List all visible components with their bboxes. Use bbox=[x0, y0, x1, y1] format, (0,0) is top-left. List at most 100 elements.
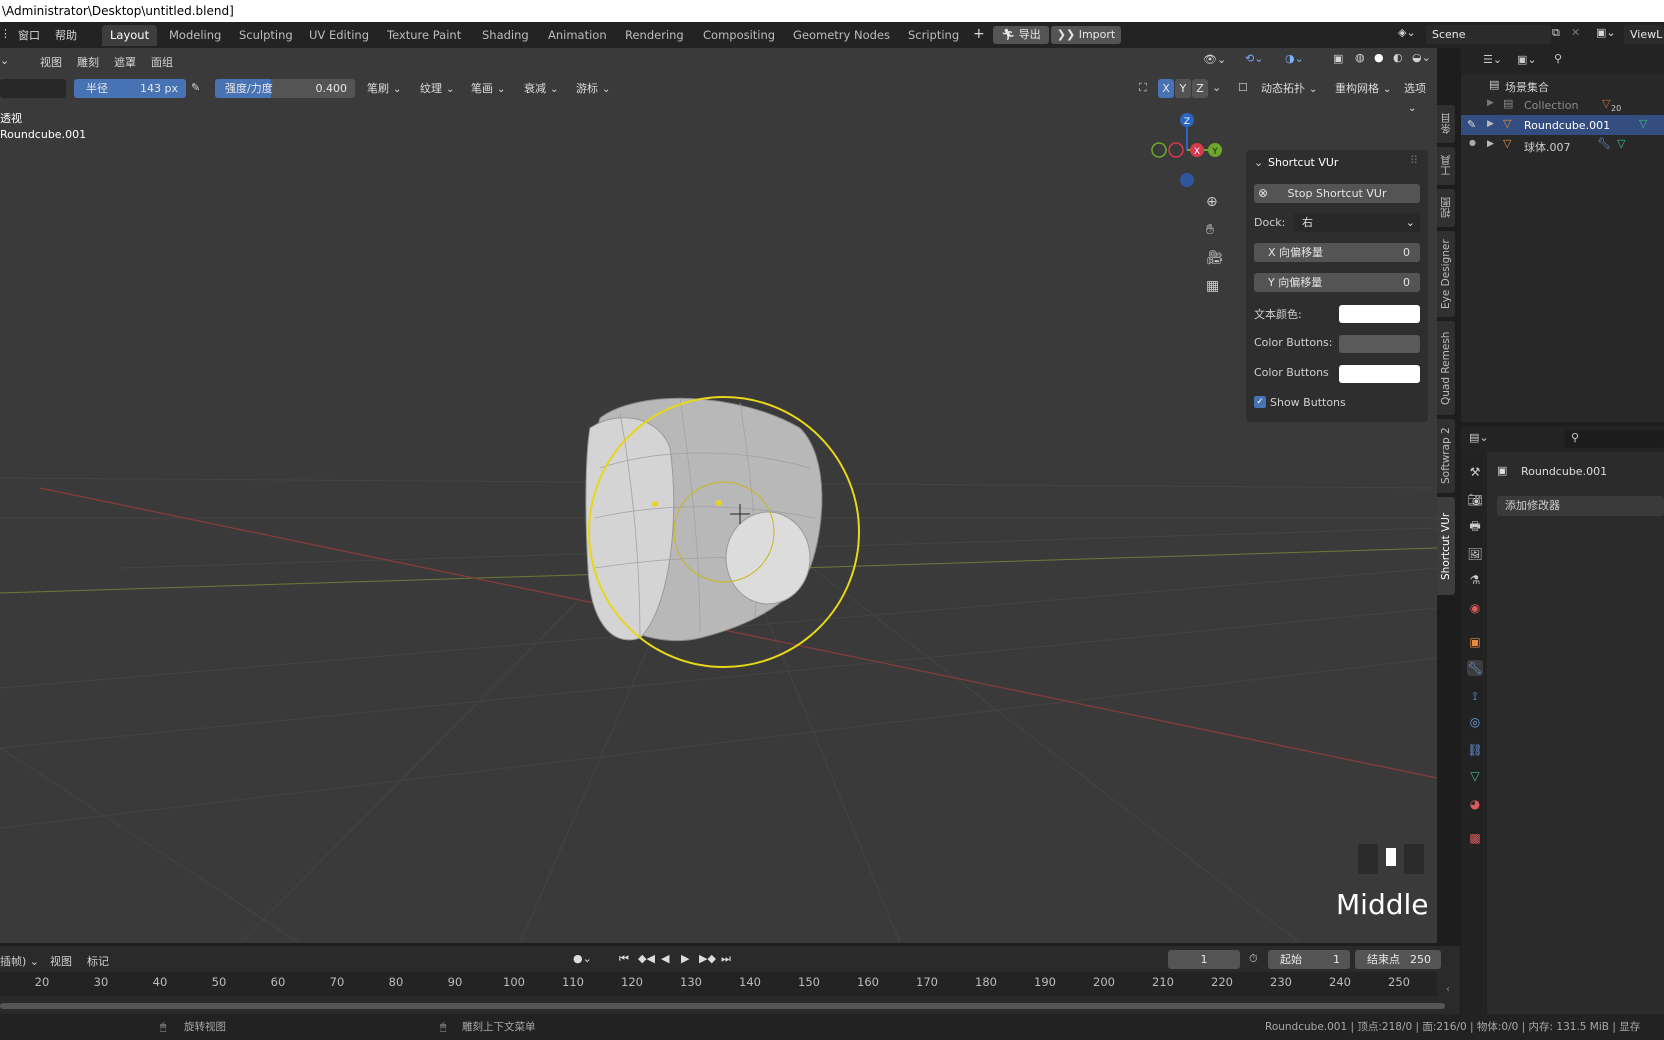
delete-scene-icon[interactable]: ✕ bbox=[1571, 26, 1580, 39]
camera-icon[interactable]: 🎥︎ bbox=[1206, 250, 1224, 266]
texture-icon[interactable]: ▩ bbox=[1467, 830, 1483, 846]
navigation-gizmo[interactable]: Z X Y bbox=[1145, 108, 1225, 188]
scene-browse-icon[interactable]: ◈⌄ bbox=[1398, 26, 1416, 39]
mirror-x-toggle[interactable]: X bbox=[1158, 79, 1174, 98]
viewlayer-browse-icon[interactable]: ▣⌄ bbox=[1596, 26, 1616, 39]
mirror-z-toggle[interactable]: Z bbox=[1192, 79, 1208, 98]
menu-sculpt[interactable]: 雕刻 bbox=[77, 54, 99, 70]
expand-arrow-icon[interactable]: ▶ bbox=[1487, 119, 1494, 129]
export-button[interactable]: 🏃︎ 导出 bbox=[993, 26, 1049, 44]
x-offset-field[interactable]: X 向偏移量 0 bbox=[1254, 243, 1420, 262]
dyntopo-checkbox[interactable]: ☐ bbox=[1238, 81, 1248, 94]
physics-icon[interactable]: ◎ bbox=[1467, 714, 1483, 730]
jump-start-icon[interactable]: ⏮ bbox=[619, 952, 629, 966]
scene-icon[interactable]: ⚗ bbox=[1467, 572, 1483, 588]
filter-icon[interactable]: ▣⌄ bbox=[1517, 53, 1537, 66]
3d-viewport[interactable]: ⌄ 视图 雕刻 遮罩 面组 👁︎⌄ ⟲⌄ ◑⌄ ▣ ◍ ● ◐ ◒⌄ 半径 14… bbox=[0, 48, 1437, 943]
dyntopo-dropdown[interactable]: 动态拓扑 bbox=[1256, 79, 1322, 98]
menu-window[interactable]: 窗口 bbox=[18, 27, 40, 43]
chevron-left-icon[interactable]: ‹ bbox=[1446, 984, 1450, 995]
modifier-wrench-icon[interactable]: 🔧︎ bbox=[1467, 660, 1483, 676]
tab-softwrap-2[interactable]: Softwrap 2 bbox=[1437, 419, 1455, 493]
solid-shading-icon[interactable]: ● bbox=[1374, 51, 1384, 64]
timeline-menu-marker[interactable]: 标记 bbox=[87, 953, 109, 969]
remesh-dropdown[interactable]: 重构网格 bbox=[1330, 79, 1396, 98]
timeline-menu-view[interactable]: 视图 bbox=[50, 953, 72, 969]
play-icon[interactable]: ▶ bbox=[681, 952, 689, 965]
show-buttons-checkbox[interactable]: ✓ bbox=[1254, 396, 1266, 408]
tab-modeling[interactable]: Modeling bbox=[161, 25, 229, 46]
constraints-icon[interactable]: ⛓ bbox=[1467, 742, 1483, 758]
play-reverse-icon[interactable]: ◀ bbox=[661, 952, 669, 965]
tool-mode-field[interactable] bbox=[0, 79, 66, 98]
hand-pan-icon[interactable]: ✋︎ bbox=[1206, 222, 1214, 238]
cursor-dropdown[interactable]: 游标 bbox=[571, 79, 615, 98]
symmetry-icon[interactable]: ⛶ bbox=[1139, 81, 1147, 95]
view-layer-icon[interactable]: 🖼︎ bbox=[1467, 546, 1483, 562]
properties-search-input[interactable]: ⚲ bbox=[1565, 430, 1664, 448]
prev-keyframe-icon[interactable]: ◆◀ bbox=[638, 952, 655, 965]
start-frame-field[interactable]: 起始 1 bbox=[1268, 950, 1350, 969]
menu-mask[interactable]: 遮罩 bbox=[114, 54, 136, 70]
options-dropdown[interactable]: 选项 bbox=[1399, 79, 1437, 98]
expand-arrow-icon[interactable]: ▶ bbox=[1487, 98, 1494, 108]
import-button[interactable]: ❯❯ Import bbox=[1051, 26, 1121, 44]
tab-shortcut-vur[interactable]: Shortcut VUr bbox=[1437, 497, 1455, 595]
color-buttons-swatch-1[interactable] bbox=[1339, 335, 1420, 353]
render-icon[interactable]: 📷︎ bbox=[1467, 492, 1483, 508]
particles-icon[interactable]: ⟟ bbox=[1467, 688, 1483, 704]
edit-pencil-icon[interactable]: ✎ bbox=[1467, 118, 1476, 131]
y-offset-field[interactable]: Y 向偏移量 0 bbox=[1254, 273, 1420, 292]
visibility-icon[interactable]: 👁︎⌄ bbox=[1203, 53, 1226, 66]
radius-field[interactable]: 半径 143 px bbox=[74, 79, 186, 98]
display-mode-icon[interactable]: ☰⌄ bbox=[1483, 53, 1502, 66]
symmetry-dropdown-icon[interactable]: ⌄ bbox=[1212, 81, 1221, 94]
outliner-row-roundcube[interactable]: ✎ ▶ ▽ Roundcube.001 ▽ bbox=[1461, 115, 1664, 135]
current-frame-field[interactable]: 1 bbox=[1168, 950, 1240, 969]
tab-sculpting[interactable]: Sculpting bbox=[231, 25, 301, 46]
world-icon[interactable]: ◉ bbox=[1467, 600, 1483, 616]
collection-label[interactable]: Collection bbox=[1524, 99, 1578, 112]
output-icon[interactable]: 🖶︎ bbox=[1467, 518, 1483, 534]
editor-type-dropdown[interactable]: ⌄ bbox=[0, 54, 9, 67]
menu-face-sets[interactable]: 面组 bbox=[151, 54, 173, 70]
data-icon[interactable]: ▽ bbox=[1467, 768, 1483, 784]
add-modifier-button[interactable]: 添加修改器 bbox=[1497, 496, 1664, 516]
tab-animation[interactable]: Animation bbox=[540, 25, 615, 46]
tool-icon[interactable]: ⚒ bbox=[1467, 464, 1483, 480]
pen-pressure-icon[interactable]: ✎ bbox=[191, 81, 200, 94]
add-workspace-button[interactable]: + bbox=[973, 26, 985, 42]
grid-perspective-icon[interactable]: ▦ bbox=[1206, 278, 1219, 294]
dock-dropdown[interactable]: 右 ⌄ bbox=[1294, 213, 1420, 232]
material-icon[interactable]: ◕ bbox=[1467, 796, 1483, 812]
end-frame-field[interactable]: 结束点 250 bbox=[1355, 950, 1441, 969]
texture-dropdown[interactable]: 纹理 bbox=[415, 79, 459, 98]
tab-texture-paint[interactable]: Texture Paint bbox=[379, 25, 469, 46]
tab-item[interactable]: 条目 bbox=[1437, 105, 1455, 143]
tab-layout[interactable]: Layout bbox=[102, 25, 158, 46]
tab-rendering[interactable]: Rendering bbox=[617, 25, 692, 46]
stopwatch-icon[interactable]: ⏱ bbox=[1249, 952, 1258, 966]
rendered-shading-icon[interactable]: ◒⌄ bbox=[1412, 51, 1431, 64]
file-menu-icon[interactable]: ⋮ bbox=[0, 27, 11, 40]
timeline-ruler[interactable]: 20 30 40 50 60 70 80 90 100 110 120 130 … bbox=[0, 972, 1437, 996]
wireframe-shading-icon[interactable]: ◍ bbox=[1355, 51, 1365, 64]
scene-name-field[interactable]: Scene bbox=[1426, 25, 1551, 44]
outliner-row-sphere[interactable]: ● ▶ ▽ 球体.007 🔧︎ ▽ bbox=[1461, 135, 1664, 155]
tab-scripting[interactable]: Scripting bbox=[900, 25, 967, 46]
search-icon[interactable]: ⚲ bbox=[1554, 52, 1562, 65]
material-shading-icon[interactable]: ◐ bbox=[1393, 51, 1403, 64]
jump-end-icon[interactable]: ⏭ bbox=[721, 952, 731, 966]
tab-uv-editing[interactable]: UV Editing bbox=[301, 25, 377, 46]
gizmo-toggle-icon[interactable]: ⟲⌄ bbox=[1245, 52, 1263, 65]
zoom-icon[interactable]: ⊕ bbox=[1206, 194, 1218, 210]
new-scene-icon[interactable]: ⧉ bbox=[1552, 26, 1560, 40]
tab-geometry-nodes[interactable]: Geometry Nodes bbox=[785, 25, 898, 46]
falloff-dropdown[interactable]: 衰减 bbox=[519, 79, 563, 98]
viewlayer-field[interactable]: ViewL bbox=[1624, 25, 1664, 44]
stop-shortcut-button[interactable]: ⊗ Stop Shortcut VUr bbox=[1254, 184, 1420, 203]
next-keyframe-icon[interactable]: ▶◆ bbox=[699, 952, 716, 965]
menu-help[interactable]: 帮助 bbox=[55, 27, 77, 43]
expand-arrow-icon[interactable]: ▶ bbox=[1487, 139, 1494, 149]
stroke-dropdown[interactable]: 笔画 bbox=[466, 79, 510, 98]
